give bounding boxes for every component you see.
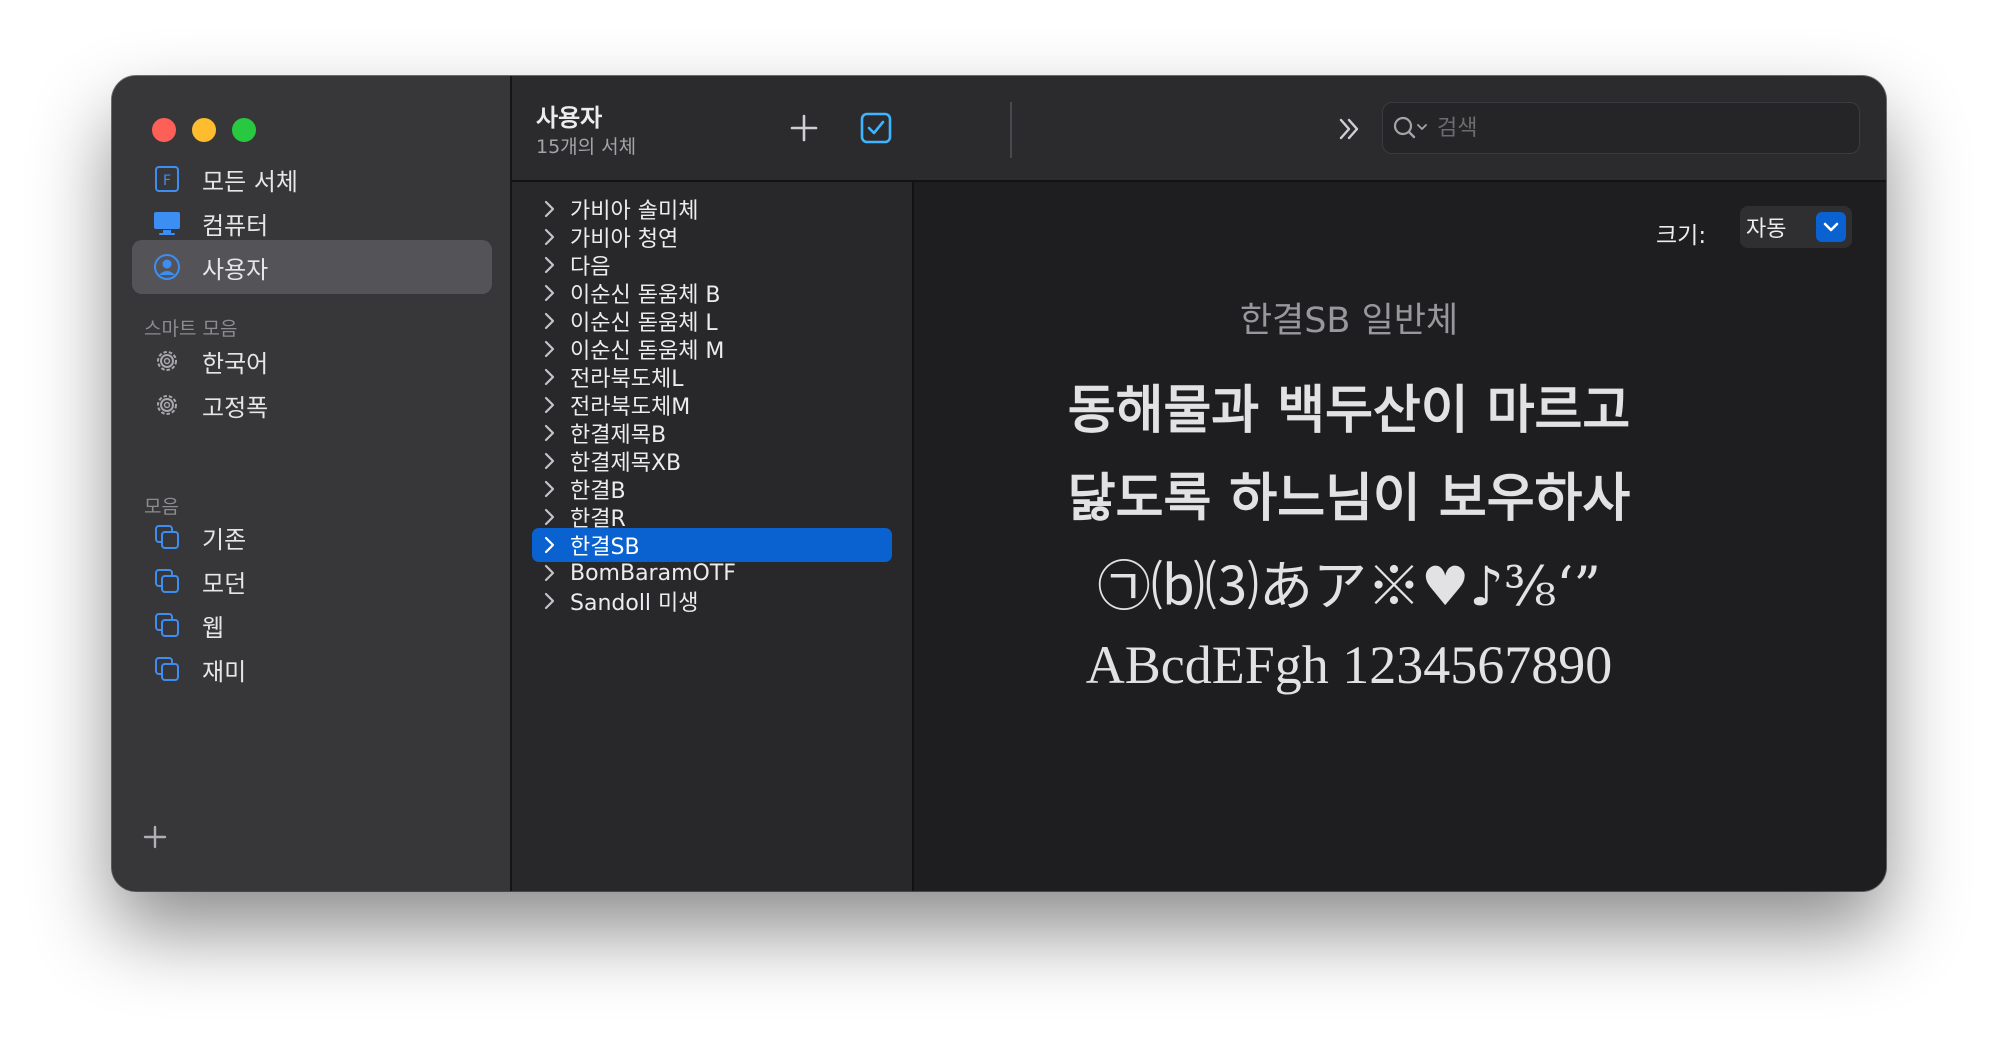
chevron-right-icon[interactable] xyxy=(542,563,558,583)
collection-icon xyxy=(150,520,184,554)
font-count: 15개의 서체 xyxy=(536,136,637,158)
search-field[interactable] xyxy=(1382,102,1860,154)
sidebar-item-label: 기존 xyxy=(202,525,247,554)
page-title: 사용자 xyxy=(536,104,603,132)
chevron-right-icon[interactable] xyxy=(542,423,558,443)
collection-icon xyxy=(150,564,184,598)
sidebar-item-fun[interactable]: 재미 xyxy=(132,642,492,696)
chevron-right-icon[interactable] xyxy=(542,395,558,415)
size-select-value: 자동 xyxy=(1746,217,1787,242)
font-preview-pane: 크기: 자동 한결SB 일반체 동해물과 백두산이 마르고 닳도록 하느님이 보… xyxy=(914,182,1886,891)
sidebar-item-label: 모든 서체 xyxy=(202,167,298,196)
user-circle-icon xyxy=(150,250,184,284)
sidebar-item-label: 고정폭 xyxy=(202,393,269,422)
checkbox-icon xyxy=(860,112,892,144)
chevron-right-icon[interactable] xyxy=(542,479,558,499)
size-label: 크기: xyxy=(1656,223,1707,249)
sample-text-line: 닳도록 하느님이 보우하사 xyxy=(1067,469,1631,529)
sample-text-line: 동해물과 백두산이 마르고 xyxy=(1067,381,1631,441)
font-row-sandoll-misaeng[interactable]: Sandoll 미생 xyxy=(532,584,892,618)
plus-icon xyxy=(790,114,818,142)
sidebar-item-label: 재미 xyxy=(202,657,247,686)
search-icon xyxy=(1391,114,1431,142)
chevron-right-icon[interactable] xyxy=(542,255,558,275)
double-chevron-right-icon xyxy=(1339,118,1359,140)
add-collection-button[interactable] xyxy=(140,822,170,852)
chevron-right-icon[interactable] xyxy=(542,451,558,471)
preview-font-name: 한결SB 일반체 xyxy=(1239,301,1459,341)
font-list: 가비아 솔미체 가비아 청연 다음 이순신 돋움체 B 이순신 돋움체 L 이순… xyxy=(512,182,914,891)
search-input[interactable] xyxy=(1435,114,1819,142)
validate-font-button[interactable] xyxy=(858,110,894,146)
chevron-right-icon[interactable] xyxy=(542,507,558,527)
font-book-window: F 모든 서체 컴퓨터 사용자 스마트 모음 한국어 고정폭 모음 기존 모던 … xyxy=(112,76,1886,891)
size-select[interactable]: 자동 xyxy=(1740,206,1852,248)
chevron-down-icon xyxy=(1816,212,1846,242)
collection-icon xyxy=(150,652,184,686)
chevron-right-icon[interactable] xyxy=(542,311,558,331)
sidebar-item-label: 한국어 xyxy=(202,349,269,378)
plus-icon xyxy=(143,825,167,849)
toolbar: 사용자 15개의 서체 xyxy=(512,76,1886,182)
minimize-button[interactable] xyxy=(192,118,216,142)
toolbar-overflow-button[interactable] xyxy=(1332,112,1366,146)
sidebar-item-label: 컴퓨터 xyxy=(202,211,269,240)
toolbar-divider xyxy=(1010,102,1012,158)
chevron-right-icon[interactable] xyxy=(542,591,558,611)
sidebar-item-label: 사용자 xyxy=(202,255,269,284)
gear-icon xyxy=(150,344,184,378)
chevron-right-icon[interactable] xyxy=(542,283,558,303)
chevron-right-icon[interactable] xyxy=(542,339,558,359)
collection-icon xyxy=(150,608,184,642)
add-font-button[interactable] xyxy=(786,110,822,146)
chevron-right-icon[interactable] xyxy=(542,535,558,555)
monitor-icon xyxy=(150,206,184,240)
font-book-icon: F xyxy=(150,162,184,196)
sidebar-item-user[interactable]: 사용자 xyxy=(132,240,492,294)
zoom-button[interactable] xyxy=(232,118,256,142)
chevron-right-icon[interactable] xyxy=(542,367,558,387)
svg-text:F: F xyxy=(163,173,171,189)
sample-text-line: ㉠⒝⑶あア※♥♪⅜‘” xyxy=(1097,555,1601,618)
close-button[interactable] xyxy=(152,118,176,142)
sample-text-line: ABcdEFgh 1234567890 xyxy=(1085,635,1613,695)
sidebar-item-monospace[interactable]: 고정폭 xyxy=(132,378,492,432)
sidebar-item-label: 모던 xyxy=(202,569,247,598)
font-row-label: BomBaramOTF xyxy=(570,560,736,586)
chevron-right-icon[interactable] xyxy=(542,199,558,219)
chevron-right-icon[interactable] xyxy=(542,227,558,247)
font-row-label: Sandoll 미생 xyxy=(570,591,699,616)
sidebar: F 모든 서체 컴퓨터 사용자 스마트 모음 한국어 고정폭 모음 기존 모던 … xyxy=(112,76,512,891)
gear-icon xyxy=(150,388,184,422)
sidebar-item-label: 웹 xyxy=(202,613,225,642)
